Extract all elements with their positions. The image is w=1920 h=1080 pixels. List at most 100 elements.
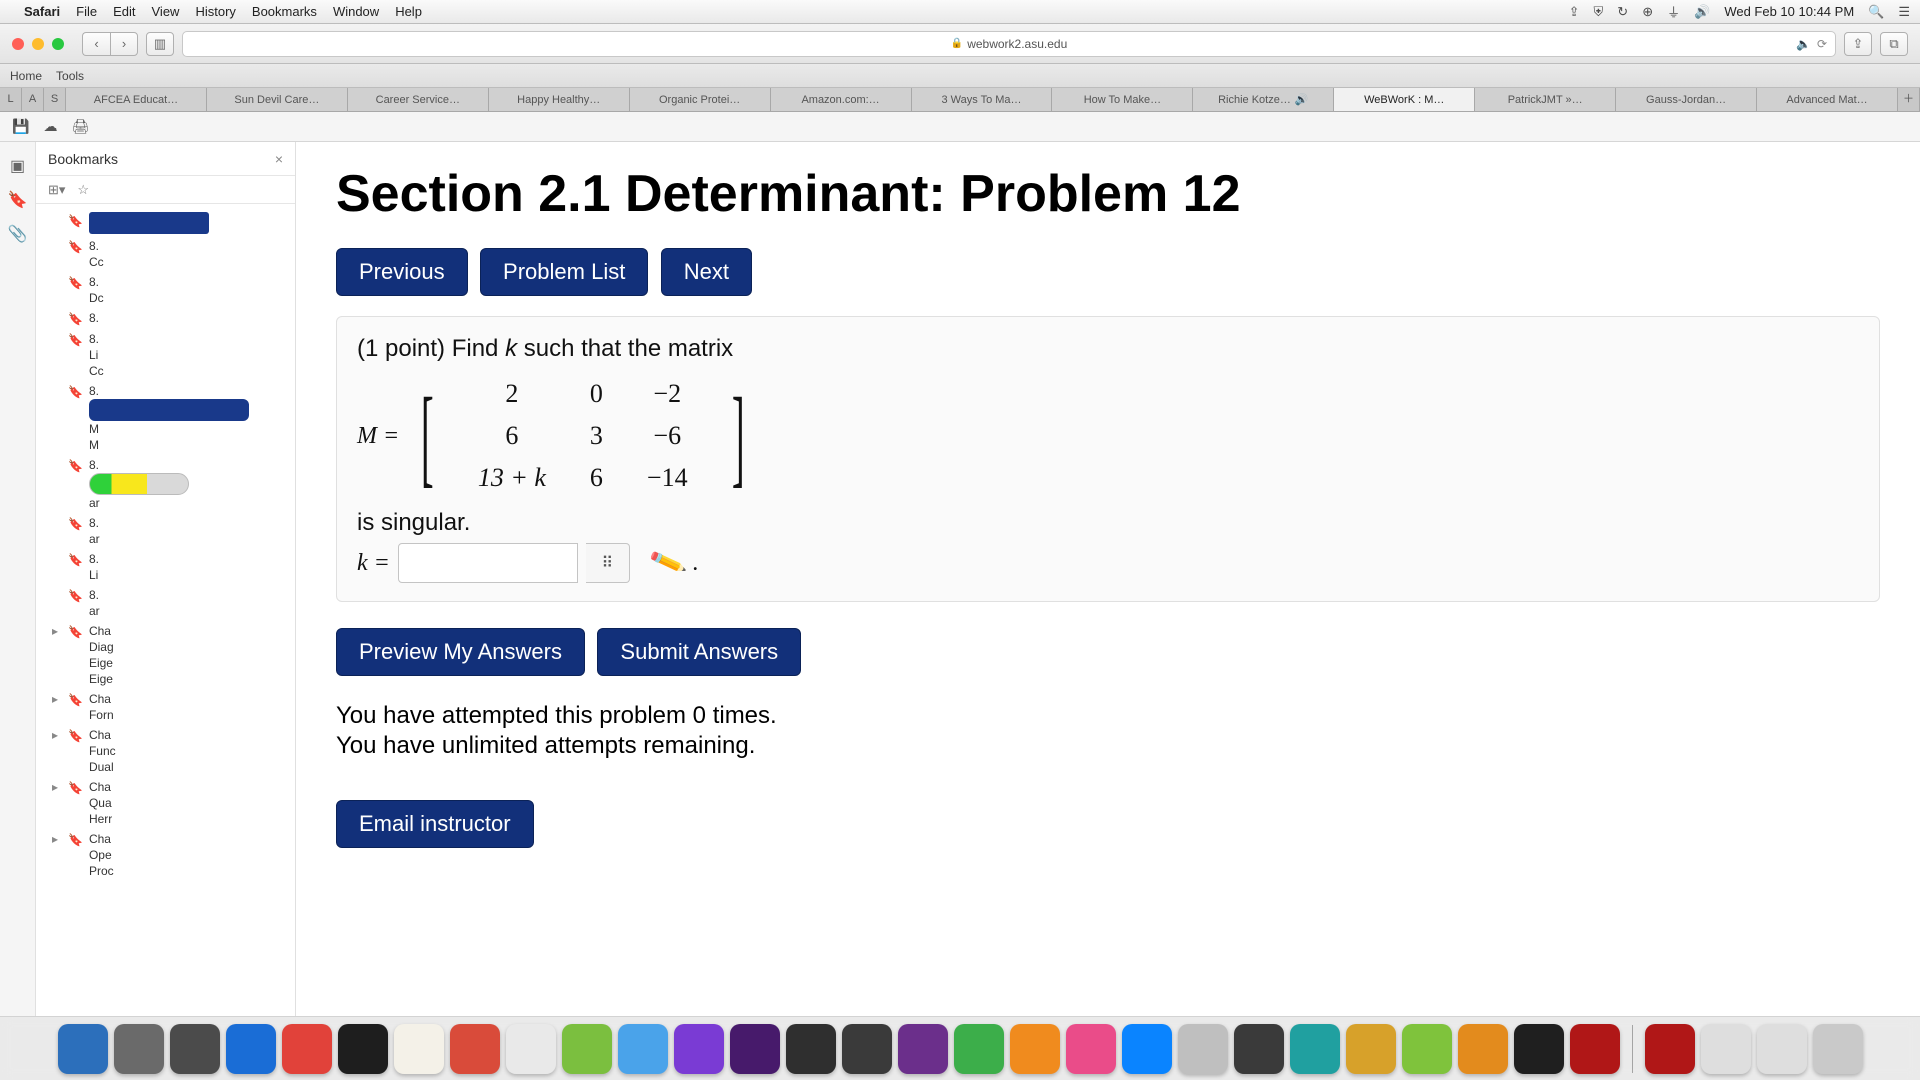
dock-app[interactable]	[842, 1024, 892, 1074]
minimize-icon[interactable]	[32, 38, 44, 50]
browser-tab[interactable]: 3 Ways To Ma…	[912, 88, 1053, 111]
bookmark-item[interactable]: 🔖8.ar	[46, 585, 295, 621]
dock-app[interactable]	[1458, 1024, 1508, 1074]
dock-app[interactable]	[1290, 1024, 1340, 1074]
zoom-icon[interactable]	[52, 38, 64, 50]
tab-pin-a[interactable]: A	[22, 88, 44, 111]
tab-pin-s[interactable]: S	[44, 88, 66, 111]
bookmark-item[interactable]: 🔖8.Dc	[46, 272, 295, 308]
bookmark-ribbon-icon[interactable]: 🔖	[8, 190, 28, 210]
bookmark-item[interactable]: ▸🔖ChaOpeProc	[46, 829, 295, 881]
share-button[interactable]: ⇪	[1844, 32, 1872, 56]
save-icon[interactable]: 💾	[12, 118, 29, 135]
tabs-button[interactable]: ⧉	[1880, 32, 1908, 56]
bookmark-item[interactable]: 🔖8.MM	[46, 381, 295, 455]
menu-window[interactable]: Window	[333, 4, 379, 19]
browser-tab[interactable]: Amazon.com:…	[771, 88, 912, 111]
address-bar[interactable]: 🔒 webwork2.asu.edu 🔈 ⟳	[182, 31, 1836, 57]
browser-tab[interactable]: Organic Protei…	[630, 88, 771, 111]
dock-app[interactable]	[1757, 1024, 1807, 1074]
browser-tab[interactable]: Happy Healthy…	[489, 88, 630, 111]
pencil-icon[interactable]: ✏️	[648, 543, 689, 582]
menu-help[interactable]: Help	[395, 4, 422, 19]
browser-tab[interactable]: How To Make…	[1052, 88, 1193, 111]
airdrop-icon[interactable]: ⊕	[1642, 4, 1653, 20]
bookmark-item[interactable]: ▸🔖ChaFuncDual	[46, 725, 295, 777]
back-button[interactable]: ‹	[82, 32, 110, 56]
bookmark-item[interactable]: 🔖8.Cc	[46, 236, 295, 272]
dock-app[interactable]	[1701, 1024, 1751, 1074]
dock-app[interactable]	[1813, 1024, 1863, 1074]
cloud-icon[interactable]: ☁︎	[43, 118, 57, 135]
dock-app[interactable]	[786, 1024, 836, 1074]
dock-app[interactable]	[338, 1024, 388, 1074]
bookmarks-filter-icon[interactable]: ☆	[77, 182, 89, 198]
menu-view[interactable]: View	[152, 4, 180, 19]
bookmark-item[interactable]: ▸🔖ChaQuaHerr	[46, 777, 295, 829]
dock-app[interactable]	[226, 1024, 276, 1074]
dock-app[interactable]	[1402, 1024, 1452, 1074]
answer-input[interactable]	[398, 543, 578, 583]
dock-app[interactable]	[1514, 1024, 1564, 1074]
browser-tab[interactable]: Sun Devil Care…	[207, 88, 348, 111]
dock-app[interactable]	[1234, 1024, 1284, 1074]
dock-app[interactable]	[1122, 1024, 1172, 1074]
bookmark-item[interactable]: 🔖8.ar	[46, 513, 295, 549]
toolbar-tools[interactable]: Tools	[56, 69, 84, 83]
bookmarks-view-icon[interactable]: ⊞▾	[48, 182, 65, 198]
dock-app[interactable]	[1645, 1024, 1695, 1074]
browser-tab[interactable]: Richie Kotze…🔊	[1193, 88, 1334, 111]
problem-list-button[interactable]: Problem List	[480, 248, 648, 296]
dock-app[interactable]	[730, 1024, 780, 1074]
attachments-icon[interactable]: 📎	[8, 224, 28, 244]
reload-icon[interactable]: ⟳	[1817, 37, 1827, 51]
menu-icon[interactable]: ☰	[1898, 4, 1910, 20]
reader-icon[interactable]: 🔈	[1796, 37, 1811, 51]
dock-app[interactable]	[1010, 1024, 1060, 1074]
dock-app[interactable]	[1570, 1024, 1620, 1074]
preview-button[interactable]: Preview My Answers	[336, 628, 585, 676]
submit-button[interactable]: Submit Answers	[597, 628, 801, 676]
tab-pin-l[interactable]: L	[0, 88, 22, 111]
toolbar-home[interactable]: Home	[10, 69, 42, 83]
browser-tab[interactable]: Gauss-Jordan…	[1616, 88, 1757, 111]
wifi-icon[interactable]: ⏚	[1667, 2, 1680, 21]
next-button[interactable]: Next	[661, 248, 752, 296]
dock-app[interactable]	[1346, 1024, 1396, 1074]
menu-edit[interactable]: Edit	[113, 4, 135, 19]
volume-icon[interactable]: 🔊	[1694, 4, 1710, 20]
bookmark-item[interactable]: 🔖8.ar	[46, 455, 295, 513]
menu-history[interactable]: History	[195, 4, 235, 19]
close-icon[interactable]	[12, 38, 24, 50]
keypad-button[interactable]: ⠿	[586, 543, 630, 583]
browser-tab[interactable]: Advanced Mat…	[1757, 88, 1898, 111]
dock-app[interactable]	[954, 1024, 1004, 1074]
app-name[interactable]: Safari	[24, 4, 60, 19]
dock-app[interactable]	[618, 1024, 668, 1074]
bookmark-item[interactable]: ▸🔖ChaForn	[46, 689, 295, 725]
bookmark-item[interactable]: 🔖8.Li	[46, 549, 295, 585]
new-tab-button[interactable]: ＋	[1898, 88, 1920, 111]
browser-tab[interactable]: Career Service…	[348, 88, 489, 111]
dock-app[interactable]	[394, 1024, 444, 1074]
menu-file[interactable]: File	[76, 4, 97, 19]
dock-app[interactable]	[58, 1024, 108, 1074]
dock-app[interactable]	[506, 1024, 556, 1074]
thumbnails-icon[interactable]: ▣	[10, 156, 25, 176]
dock-app[interactable]	[562, 1024, 612, 1074]
menubar-clock[interactable]: Wed Feb 10 10:44 PM	[1724, 4, 1854, 19]
previous-button[interactable]: Previous	[336, 248, 468, 296]
dock-app[interactable]	[1066, 1024, 1116, 1074]
window-controls[interactable]	[12, 38, 64, 50]
dock-app[interactable]	[1178, 1024, 1228, 1074]
dock-app[interactable]	[674, 1024, 724, 1074]
email-instructor-button[interactable]: Email instructor	[336, 800, 534, 848]
dock-app[interactable]	[170, 1024, 220, 1074]
bookmark-item[interactable]: ▸🔖ChaDiagEigeEige	[46, 621, 295, 689]
dropbox-icon[interactable]: ⇪	[1569, 4, 1580, 20]
dock-app[interactable]	[450, 1024, 500, 1074]
dock-app[interactable]	[114, 1024, 164, 1074]
bookmark-item[interactable]: 🔖8.LiCc	[46, 329, 295, 381]
close-pane-icon[interactable]: ×	[275, 151, 283, 167]
dock-app[interactable]	[898, 1024, 948, 1074]
